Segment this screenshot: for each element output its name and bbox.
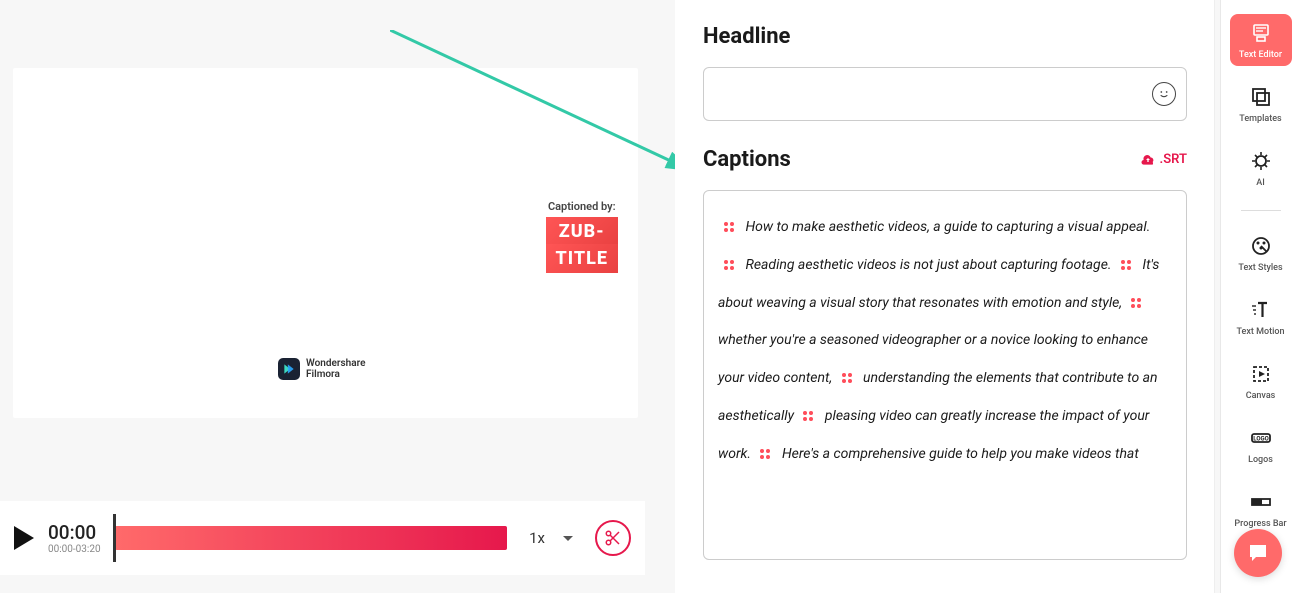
- chat-icon: [1246, 541, 1270, 565]
- filmora-watermark: Wondershare Filmora: [278, 358, 365, 380]
- sidebar-item-text-editor[interactable]: Text Editor: [1230, 14, 1292, 66]
- scrollbar-track[interactable]: [1214, 0, 1215, 593]
- time-display: 00:00 00:00-03:20: [48, 521, 101, 555]
- sidebar-item-label: Text Styles: [1238, 263, 1282, 273]
- logos-icon: LOGO: [1248, 425, 1274, 451]
- timeline-playhead[interactable]: [113, 514, 116, 562]
- speed-selector[interactable]: 1x: [521, 525, 581, 551]
- sidebar-item-label: Templates: [1239, 114, 1281, 124]
- drag-handle-icon[interactable]: [760, 449, 772, 459]
- drag-handle-icon[interactable]: [1121, 260, 1133, 270]
- sidebar-item-label: Logos: [1248, 455, 1273, 465]
- progress-bar-icon: [1248, 489, 1274, 515]
- headline-input[interactable]: [703, 67, 1187, 121]
- time-range: 00:00-03:20: [48, 544, 101, 555]
- canvas-icon: [1248, 361, 1274, 387]
- text-editor-panel: Headline Captions .SRT How to: [675, 0, 1215, 593]
- captioned-by-watermark: Captioned by: ZUB- TITLE: [546, 200, 618, 273]
- play-button[interactable]: [14, 526, 34, 550]
- video-preview-panel: Captioned by: ZUB- TITLE Wondershare Fil…: [0, 0, 655, 593]
- templates-icon: [1248, 84, 1274, 110]
- sidebar-item-label: AI: [1256, 178, 1265, 188]
- sidebar-item-label: Text Motion: [1236, 327, 1284, 337]
- help-button[interactable]: [1234, 529, 1282, 577]
- sidebar-item-label: Canvas: [1246, 391, 1276, 401]
- sidebar-item-templates[interactable]: Templates: [1230, 78, 1292, 130]
- text-styles-icon: [1248, 233, 1274, 259]
- text-editor-icon: [1248, 20, 1274, 46]
- captioned-by-label: Captioned by:: [546, 200, 618, 213]
- sidebar-item-progress-bar[interactable]: Progress Bar: [1230, 483, 1292, 535]
- headline-label: Headline: [703, 24, 1187, 49]
- captions-box[interactable]: How to make aesthetic videos, a guide to…: [703, 190, 1187, 560]
- sidebar-item-text-styles[interactable]: Text Styles: [1230, 227, 1292, 279]
- svg-text:LOGO: LOGO: [1253, 436, 1268, 443]
- sidebar-item-label: Progress Bar: [1234, 519, 1286, 529]
- upload-srt-button[interactable]: .SRT: [1140, 152, 1187, 168]
- sidebar-item-logos[interactable]: LOGO Logos: [1230, 419, 1292, 471]
- timeline-track[interactable]: [115, 526, 508, 550]
- drag-handle-icon[interactable]: [724, 222, 736, 232]
- caption-segment[interactable]: Reading aesthetic videos is not just abo…: [745, 257, 1111, 273]
- playback-bar: 00:00 00:00-03:20 1x: [0, 501, 645, 575]
- drag-handle-icon[interactable]: [1131, 298, 1143, 308]
- smile-icon: [1156, 86, 1172, 102]
- caption-segment[interactable]: Here's a comprehensive guide to help you…: [782, 446, 1139, 462]
- emoji-picker-button[interactable]: [1152, 82, 1176, 106]
- scissors-icon: [604, 529, 622, 547]
- sidebar-item-label: Text Editor: [1239, 50, 1282, 60]
- cloud-upload-icon: [1140, 152, 1156, 168]
- captions-label: Captions: [703, 147, 791, 172]
- filmora-icon: [278, 358, 300, 380]
- caption-segment[interactable]: How to make aesthetic videos, a guide to…: [745, 219, 1150, 235]
- zubtitle-logo: ZUB- TITLE: [546, 217, 618, 273]
- drag-handle-icon[interactable]: [803, 411, 815, 421]
- cut-button[interactable]: [595, 520, 631, 556]
- ai-icon: [1248, 148, 1274, 174]
- drag-handle-icon[interactable]: [724, 260, 736, 270]
- sidebar-item-text-motion[interactable]: Text Motion: [1230, 291, 1292, 343]
- chevron-down-icon: [563, 536, 573, 541]
- tools-sidebar: Text Editor Templates AI Text Styles Te: [1220, 0, 1300, 593]
- current-time: 00:00: [48, 521, 101, 544]
- video-preview: Captioned by: ZUB- TITLE Wondershare Fil…: [13, 68, 638, 418]
- sidebar-item-ai[interactable]: AI: [1230, 142, 1292, 194]
- sidebar-divider: [1241, 210, 1281, 211]
- text-motion-icon: [1248, 297, 1274, 323]
- sidebar-item-canvas[interactable]: Canvas: [1230, 355, 1292, 407]
- filmora-text: Wondershare Filmora: [306, 358, 365, 380]
- drag-handle-icon[interactable]: [842, 373, 854, 383]
